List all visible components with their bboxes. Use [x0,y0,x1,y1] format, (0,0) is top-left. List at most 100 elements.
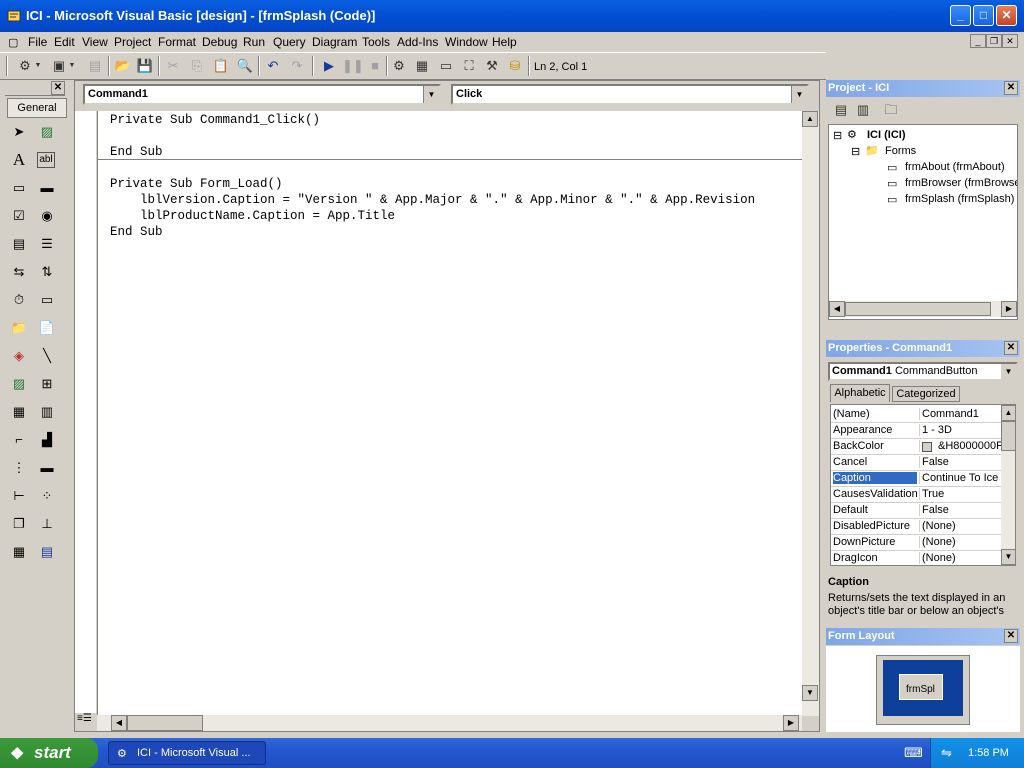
procedure-combobox-arrow-icon[interactable]: ▼ [791,86,807,103]
form-layout-form[interactable]: frmSpl [899,674,943,700]
property-value[interactable]: False [919,504,1001,516]
menu-addins[interactable]: Add-Ins [397,35,438,49]
richtextbox-tool-icon[interactable]: ▤ [37,542,57,562]
tree-node-form[interactable]: frmSplash (frmSplash) [905,193,1014,205]
scroll-left-icon[interactable]: ◀ [111,715,127,731]
flexgrid-tool-icon[interactable]: ⋮ [9,458,29,478]
line-tool-icon[interactable]: ╲ [37,346,57,366]
drivelistbox-tool-icon[interactable]: ▭ [37,290,57,310]
keyboard-icon[interactable]: ⌨ [904,745,923,761]
add-form-dropdown-icon[interactable]: ▼ [68,57,76,75]
frame-tool-icon[interactable]: ▭ [9,178,29,198]
object-selector-arrow-icon[interactable]: ▼ [1001,364,1016,379]
network-icon[interactable]: ⇋ [941,745,952,761]
find-icon[interactable]: 🔍 [236,57,254,75]
tab-alphabetic[interactable]: Alphabetic [830,384,890,402]
menu-diagram[interactable]: Diagram [312,35,357,49]
form-layout-icon[interactable]: ▭ [437,57,455,75]
chart-tool-icon[interactable]: ▟ [37,430,57,450]
property-row-selected[interactable]: Caption Continue To Ice [831,471,1001,487]
dbcombo-tool-icon[interactable]: ▥ [37,402,57,422]
pointer-tool-icon[interactable]: ➤ [9,122,29,142]
tree-expander-icon[interactable]: ⊟ [833,129,842,142]
filelistbox-tool-icon[interactable]: 📄 [37,318,57,338]
minimize-button[interactable]: _ [950,5,971,26]
undo-icon[interactable]: ↶ [264,57,282,75]
end-icon[interactable]: ■ [366,57,384,75]
menu-window[interactable]: Window [445,35,488,49]
mdi-doc-icon[interactable]: ▢ [8,36,18,49]
property-value[interactable]: Continue To Ice [919,472,1001,484]
open-project-icon[interactable]: 📂 [114,57,132,75]
hscrollbar-tool-icon[interactable]: ⇆ [9,262,29,282]
property-row[interactable]: DisabledPicture (None) [831,519,1001,535]
break-icon[interactable]: ❚❚ [342,57,364,75]
scroll-thumb[interactable] [1001,421,1015,451]
save-project-icon[interactable]: 💾 [136,57,154,75]
label-tool-icon[interactable]: A [9,150,29,170]
menu-editor-icon[interactable]: ▤ [86,57,104,75]
property-row[interactable]: DownPicture (None) [831,535,1001,551]
view-object-icon[interactable]: ▥ [854,101,872,119]
project-tree[interactable]: ⊟ ⚙ ICI (ICI) ⊟ 📁 Forms ▭ frmAbout (frmA… [828,124,1018,320]
properties-close-button[interactable]: ✕ [1004,341,1018,355]
progressbar-tool-icon[interactable]: ▬ [37,458,57,478]
scroll-thumb[interactable] [845,302,991,316]
scroll-down-icon[interactable]: ▼ [802,685,818,701]
treeview-tool-icon[interactable]: ⊢ [9,486,29,506]
tree-node-project[interactable]: ICI (ICI) [867,129,906,141]
dirlistbox-tool-icon[interactable]: 📁 [9,318,29,338]
tree-node-form[interactable]: frmAbout (frmAbout) [905,161,1005,173]
full-module-view-icon[interactable]: ☰ [83,713,92,724]
clock[interactable]: 1:58 PM [968,747,1009,759]
view-code-icon[interactable]: ▤ [832,101,850,119]
scroll-right-icon[interactable]: ▶ [1001,301,1017,317]
mdi-restore-button[interactable]: ❐ [986,34,1002,48]
property-row[interactable]: CausesValidation True [831,487,1001,503]
object-browser-icon[interactable]: ⛶ [460,57,478,75]
property-row[interactable]: BackColor&H8000000F& [831,439,1001,455]
timer-tool-icon[interactable]: ⏱ [9,290,29,310]
property-row[interactable]: Appearance 1 - 3D [831,423,1001,439]
scroll-left-icon[interactable]: ◀ [829,301,845,317]
code-horizontal-scrollbar[interactable]: ◀ ▶ [97,715,802,731]
image-tool-icon[interactable]: ▨ [9,374,29,394]
property-row[interactable]: (Name) Command1 [831,407,1001,423]
code-margin[interactable] [75,111,97,716]
property-value[interactable]: True [919,488,1001,500]
property-grid[interactable]: (Name) Command1 Appearance 1 - 3D BackColo… [830,404,1016,566]
menu-help[interactable]: Help [492,35,517,49]
project-explorer-close-button[interactable]: ✕ [1004,81,1018,95]
property-row[interactable]: Default False [831,503,1001,519]
vscrollbar-tool-icon[interactable]: ⇅ [37,262,57,282]
form-layout-close-button[interactable]: ✕ [1004,629,1018,643]
add-project-icon[interactable]: ⚙ [16,57,34,75]
statusbar-tool-icon[interactable]: ▦ [9,542,29,562]
code-editor[interactable]: Private Sub Command1_Click() End Sub Pri… [97,111,803,716]
property-grid-scrollbar[interactable]: ▲ ▼ [1001,405,1015,565]
property-row[interactable]: DragIcon (None) [831,551,1001,565]
tabstrip-tool-icon[interactable]: ❐ [9,514,29,534]
mdi-minimize-button[interactable]: _ [970,34,986,48]
maximize-button[interactable]: □ [973,5,994,26]
property-value[interactable]: (None) [919,520,1001,532]
property-value[interactable]: False [919,456,1001,468]
procedure-combobox[interactable]: Click ▼ [451,84,809,105]
data-tool-icon[interactable]: ⊞ [37,374,57,394]
add-form-icon[interactable]: ▣ [50,57,68,75]
tree-node-forms[interactable]: Forms [885,145,916,157]
tab-categorized[interactable]: Categorized [892,386,960,402]
commandbutton-tool-icon[interactable]: ▬ [37,178,57,198]
paste-icon[interactable]: 📋 [212,57,230,75]
add-project-dropdown-icon[interactable]: ▼ [34,57,42,75]
scroll-up-icon[interactable]: ▲ [802,111,818,127]
ole-tool-icon[interactable]: ▦ [9,402,29,422]
properties-window-icon[interactable]: ▦ [413,57,431,75]
menu-run[interactable]: Run [243,35,265,49]
start-icon[interactable]: ▶ [320,57,338,75]
listview-tool-icon[interactable]: ⁘ [37,486,57,506]
copy-icon[interactable]: ⎘ [188,57,206,75]
data-view-icon[interactable]: ⛁ [506,57,524,75]
object-combobox-arrow-icon[interactable]: ▼ [423,86,439,103]
property-value[interactable]: Command1 [919,408,1001,420]
